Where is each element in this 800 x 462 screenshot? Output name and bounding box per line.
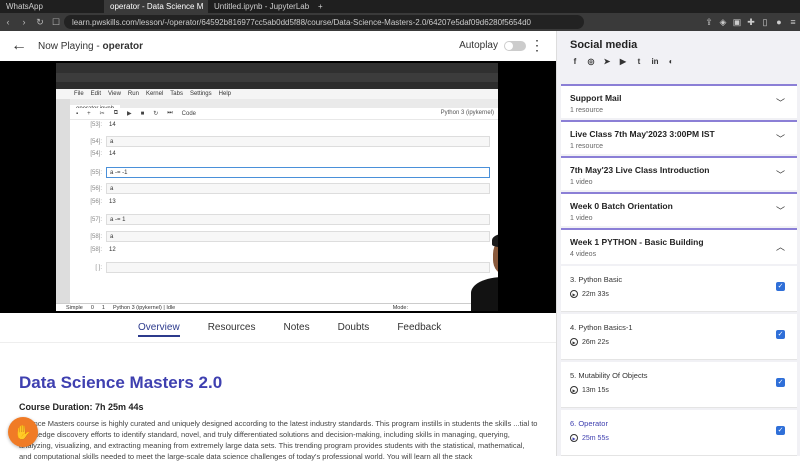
menu-icon[interactable]: ≡ [786, 17, 800, 27]
youtube-icon[interactable]: ▶ [618, 56, 628, 66]
social-icons: f ◎ ➤ ▶ t in ◐ [570, 56, 676, 66]
jupyter-status-bar: Simple 0 1 Python 3 (ipykernel) | Idle M… [56, 303, 498, 311]
address-bar: ‹ › ↻ ☐ learn.pwskills.com/lesson/-/oper… [0, 13, 800, 31]
extension-icon[interactable]: ▣ [730, 17, 744, 28]
back-arrow-icon[interactable]: ← [0, 37, 38, 55]
player-header: ← Now Playing - operator Autoplay ⋮ [0, 31, 556, 61]
course-description: Science Masters course is highly curated… [19, 419, 538, 461]
play-circle-icon: ▶ [570, 338, 578, 346]
social-media-title: Social media [570, 39, 638, 51]
url-field[interactable]: learn.pwskills.com/lesson/-/operator/645… [64, 15, 584, 29]
notebook-cell: [56]: 13 [90, 199, 116, 205]
notebook-cell: [57]: a -= 1 [70, 214, 498, 225]
support-chat-button[interactable]: ✋ [8, 417, 38, 447]
tab-feedback[interactable]: Feedback [397, 322, 441, 333]
tab-resources[interactable]: Resources [208, 322, 256, 333]
now-playing: Now Playing - operator [38, 40, 144, 52]
facebook-icon[interactable]: f [570, 56, 580, 66]
browser-tab-jupyter[interactable]: Untitled.ipynb - JupyterLab× [208, 0, 312, 13]
play-circle-icon: ▶ [570, 434, 578, 442]
jupyter-menu: File Edit View Run Kernel Tabs Settings … [56, 89, 498, 99]
chevron-down-icon: ﹀ [775, 206, 785, 216]
course-duration: Course Duration: 7h 25m 44s [19, 402, 144, 412]
new-tab-button[interactable]: + [312, 0, 329, 13]
notebook-cell: [58]: a [70, 231, 498, 242]
sidebar-icon[interactable]: ▯ [758, 17, 772, 28]
autoplay-toggle[interactable] [504, 40, 526, 51]
completed-checkbox[interactable]: ✓ [776, 426, 785, 435]
content-tabs: Overview Resources Notes Doubts Feedback [0, 313, 556, 343]
section-week1-python[interactable]: Week 1 PYTHON - Basic Building 4 videos … [561, 228, 797, 264]
notebook-cell: [58]: 12 [90, 247, 116, 253]
browser-tab-operator[interactable]: operator - Data Science M× [104, 0, 208, 13]
notebook-cell: [53]: 14 [90, 122, 116, 128]
browser-tab-whatsapp[interactable]: WhatsApp [0, 0, 104, 13]
brave-shield-icon[interactable]: ◈ [716, 17, 730, 28]
notebook-cell: [54]: 14 [90, 151, 116, 157]
bookmark-icon[interactable]: ☐ [48, 17, 64, 28]
linkedin-icon[interactable]: in [650, 56, 660, 66]
course-sidebar: Social media f ◎ ➤ ▶ t in ◐ Support Mail… [556, 31, 800, 456]
video-player[interactable]: File Edit View Run Kernel Tabs Settings … [0, 61, 556, 313]
tab-notes[interactable]: Notes [284, 322, 310, 333]
section-support-mail[interactable]: Support Mail 1 resource ﹀ [561, 84, 797, 118]
reload-icon[interactable]: ↻ [32, 17, 48, 28]
play-circle-icon: ▶ [570, 386, 578, 394]
puzzle-icon[interactable]: ✚ [744, 17, 758, 28]
lesson-item-current[interactable]: 6. Operator ▶ 25m 55s ✓ [561, 410, 797, 456]
section-batch-orientation[interactable]: Week 0 Batch Orientation 1 video ﹀ [561, 192, 797, 226]
tab-doubts[interactable]: Doubts [338, 322, 370, 333]
lesson-item[interactable]: 3. Python Basic ▶ 22m 33s ✓ [561, 266, 797, 312]
jupyter-sidebar [56, 99, 70, 305]
section-live-class[interactable]: Live Class 7th May'2023 3:00PM IST 1 res… [561, 120, 797, 154]
chevron-down-icon: ﹀ [775, 98, 785, 108]
back-nav-icon[interactable]: ‹ [0, 17, 16, 27]
instagram-icon[interactable]: ◎ [586, 56, 596, 66]
notebook-toolbar: ▪ + ✂ ⧉ ▶ ■ ↻ ⏭ Code Python 3 (ipykernel) [70, 108, 498, 119]
overview-content: Data Science Masters 2.0 Course Duration… [0, 343, 556, 461]
browser-tab-bar: WhatsApp operator - Data Science M× Unti… [0, 0, 800, 13]
notebook-cell: [ ]: [70, 262, 498, 273]
chat-icon: ✋ [14, 424, 32, 440]
completed-checkbox[interactable]: ✓ [776, 330, 785, 339]
notebook-tab: operator.ipynb [70, 99, 498, 114]
completed-checkbox[interactable]: ✓ [776, 378, 785, 387]
presenter-webcam [469, 233, 498, 311]
lesson-item[interactable]: 4. Python Basics-1 ▶ 26m 22s ✓ [561, 314, 797, 360]
autoplay-control: Autoplay [459, 40, 526, 51]
completed-checkbox[interactable]: ✓ [776, 282, 785, 291]
twitter-icon[interactable]: t [634, 56, 644, 66]
chevron-down-icon: ﹀ [775, 170, 785, 180]
play-circle-icon: ▶ [570, 290, 578, 298]
chevron-up-icon: ︿ [775, 242, 785, 252]
notebook-cells: [53]: 14 [54]: a [54]: 14 [55]: a -= -1 [56]… [70, 120, 498, 305]
telegram-icon[interactable]: ➤ [602, 56, 612, 66]
notebook-cell: [56]: a [70, 183, 498, 194]
more-options-icon[interactable]: ⋮ [530, 37, 544, 54]
section-live-class-intro[interactable]: 7th May'23 Live Class Introduction 1 vid… [561, 156, 797, 190]
video-frame: File Edit View Run Kernel Tabs Settings … [56, 63, 498, 311]
lesson-item[interactable]: 5. Mutability Of Objects ▶ 13m 15s ✓ [561, 362, 797, 408]
discord-icon[interactable]: ◐ [666, 56, 676, 66]
profile-icon[interactable]: ● [772, 17, 786, 27]
notebook-cell-selected: [55]: a -= -1 [70, 167, 498, 178]
notebook-cell: [54]: a [70, 136, 498, 147]
share-icon[interactable]: ⇪ [702, 17, 716, 28]
tab-overview[interactable]: Overview [138, 322, 180, 337]
course-title: Data Science Masters 2.0 [19, 373, 223, 392]
forward-nav-icon[interactable]: › [16, 17, 32, 27]
chevron-down-icon: ﹀ [775, 134, 785, 144]
